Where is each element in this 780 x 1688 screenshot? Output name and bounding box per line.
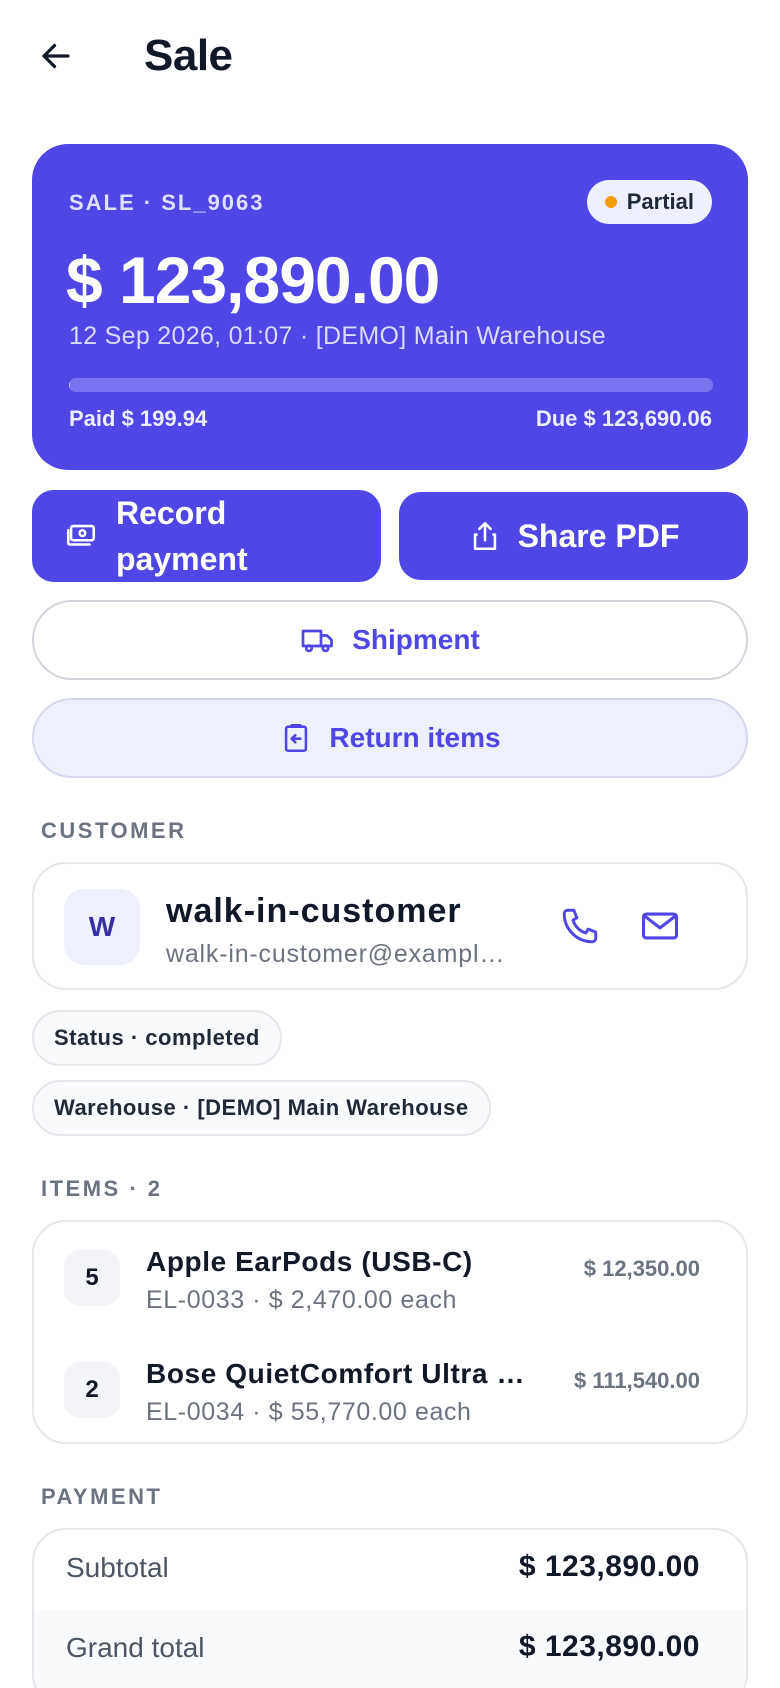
grand-total-value: $ 123,890.00 [518, 1630, 700, 1663]
customer-name: walk-in-customer [166, 892, 462, 930]
payment-status-badge: Partial [586, 180, 712, 224]
record-payment-label: Record payment [116, 495, 248, 577]
items-section-label: ITEMS · 2 [41, 1176, 163, 1201]
mail-icon [641, 912, 679, 940]
item-sku-price: EL-0033 · $ 2,470.00 each [146, 1286, 458, 1314]
share-pdf-button[interactable]: Share PDF [399, 492, 748, 580]
back-button[interactable] [32, 28, 80, 84]
shipment-button[interactable]: Shipment [32, 600, 748, 680]
status-chip: Status · completed [32, 1010, 282, 1066]
sale-reference: SALE · SL_9063 [69, 190, 265, 215]
list-item[interactable]: 2 Bose QuietComfort Ultra Headphones EL-… [34, 1336, 746, 1446]
sale-amount: $ 123,890.00 [66, 243, 440, 317]
payment-progress-bar [69, 378, 713, 392]
subtotal-value: $ 123,890.00 [518, 1550, 700, 1583]
payment-section-label: PAYMENT [41, 1484, 163, 1509]
warehouse-chip: Warehouse · [DEMO] Main Warehouse [32, 1080, 491, 1136]
item-name: Apple EarPods (USB-C) [146, 1246, 473, 1277]
sale-summary-card: SALE · SL_9063 Partial $ 123,890.00 12 S… [32, 144, 748, 470]
payment-summary-card: Subtotal $ 123,890.00 Grand total $ 123,… [32, 1528, 748, 1688]
item-name: Bose QuietComfort Ultra Headphones [146, 1358, 536, 1389]
avatar: W [64, 889, 140, 965]
grand-total-row: Grand total $ 123,890.00 [34, 1610, 746, 1688]
share-icon [473, 521, 496, 551]
clipboard-return-icon [285, 723, 308, 753]
email-customer-button[interactable] [632, 898, 688, 954]
subtotal-label: Subtotal [66, 1552, 169, 1583]
arrow-left-icon [42, 43, 70, 69]
status-dot-icon [604, 196, 617, 208]
record-payment-button[interactable]: Record payment [32, 490, 381, 582]
return-items-button[interactable]: Return items [32, 698, 748, 778]
customer-section-label: CUSTOMER [41, 818, 187, 843]
item-sku-price: EL-0034 · $ 55,770.00 each [146, 1398, 472, 1426]
app-header: Sale [0, 0, 780, 112]
shipment-label: Shipment [352, 624, 480, 655]
subtotal-row: Subtotal $ 123,890.00 [34, 1530, 746, 1610]
truck-icon [301, 629, 334, 653]
due-amount: Due $ 123,690.06 [535, 406, 712, 431]
page-title: Sale [144, 31, 233, 80]
payment-progress-fill [69, 378, 71, 392]
paid-amount: Paid $ 199.94 [69, 406, 208, 431]
item-total: $ 111,540.00 [573, 1368, 700, 1393]
customer-email: walk-in-customer@example.com [166, 940, 516, 968]
customer-card: W walk-in-customer walk-in-customer@exam… [32, 862, 748, 990]
payment-status-label: Partial [626, 189, 694, 214]
share-pdf-label: Share PDF [517, 517, 680, 554]
cash-icon [66, 524, 96, 546]
list-item[interactable]: 5 Apple EarPods (USB-C) EL-0033 · $ 2,47… [34, 1224, 746, 1334]
items-list: 5 Apple EarPods (USB-C) EL-0033 · $ 2,47… [32, 1220, 748, 1444]
sale-meta: 12 Sep 2026, 01:07 · [DEMO] Main Warehou… [69, 322, 606, 350]
grand-total-label: Grand total [66, 1632, 205, 1663]
return-items-label: Return items [329, 722, 501, 753]
phone-icon [562, 908, 598, 944]
item-quantity: 2 [64, 1362, 120, 1418]
call-customer-button[interactable] [552, 898, 608, 954]
item-quantity: 5 [64, 1250, 120, 1306]
item-total: $ 12,350.00 [583, 1256, 700, 1281]
